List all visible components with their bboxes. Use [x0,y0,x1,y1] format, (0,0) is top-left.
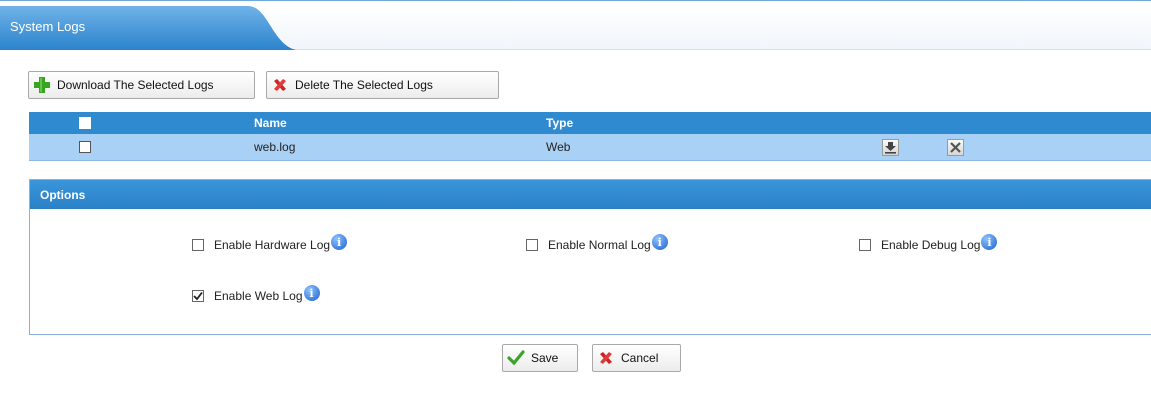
hardware-log-label: Enable Hardware Log [214,238,331,252]
header-type: Type [546,116,574,130]
cancel-button-label: Cancel [621,351,659,365]
table-header: Name Type [29,112,1151,134]
info-icon[interactable]: i [651,234,668,250]
options-panel: Options Enable Hardware Log i Enable Nor… [29,179,1151,335]
download-arrow-icon[interactable] [882,139,899,156]
enable-debug-log-option[interactable]: Enable Debug Log i [859,234,998,252]
tab-bar: System Logs [0,6,1151,50]
normal-log-label: Enable Normal Log [548,238,651,252]
normal-log-checkbox[interactable] [526,239,538,251]
row-select [79,134,91,160]
select-all-checkbox[interactable] [79,117,91,129]
hardware-log-checkbox[interactable] [192,239,204,251]
checkmark-icon [193,291,203,301]
cancel-button[interactable]: Cancel [592,344,681,372]
red-x-icon [271,76,289,94]
info-icon[interactable]: i [303,285,320,301]
delete-button-label: Delete The Selected Logs [295,78,433,92]
debug-log-checkbox[interactable] [859,239,871,251]
debug-log-label: Enable Debug Log [881,238,981,252]
row-checkbox[interactable] [79,141,91,153]
header-select-all [79,112,91,134]
top-border [0,0,1151,1]
log-table: Name Type web.log Web [29,112,1151,161]
options-title: Options [30,180,1151,209]
download-button-label: Download The Selected Logs [57,78,214,92]
save-button[interactable]: Save [502,344,578,372]
delete-selected-logs-button[interactable]: Delete The Selected Logs [266,71,499,99]
download-selected-logs-button[interactable]: Download The Selected Logs [28,71,255,99]
enable-web-log-option[interactable]: Enable Web Log i [192,285,320,303]
enable-hardware-log-option[interactable]: Enable Hardware Log i [192,234,348,252]
checkmark-icon [507,349,525,367]
cancel-x-icon [597,349,615,367]
web-log-label: Enable Web Log [214,289,303,303]
grey-x-icon[interactable] [947,139,964,156]
row-type: Web [546,140,571,154]
info-icon[interactable]: i [981,234,998,250]
header-name: Name [254,116,287,130]
row-name: web.log [254,140,296,154]
plus-icon [33,76,51,94]
save-button-label: Save [531,351,559,365]
enable-normal-log-option[interactable]: Enable Normal Log i [526,234,668,252]
tab-system-logs[interactable]: System Logs [10,19,85,34]
table-row: web.log Web [29,134,1151,161]
web-log-checkbox[interactable] [192,290,204,302]
info-icon[interactable]: i [331,234,348,250]
